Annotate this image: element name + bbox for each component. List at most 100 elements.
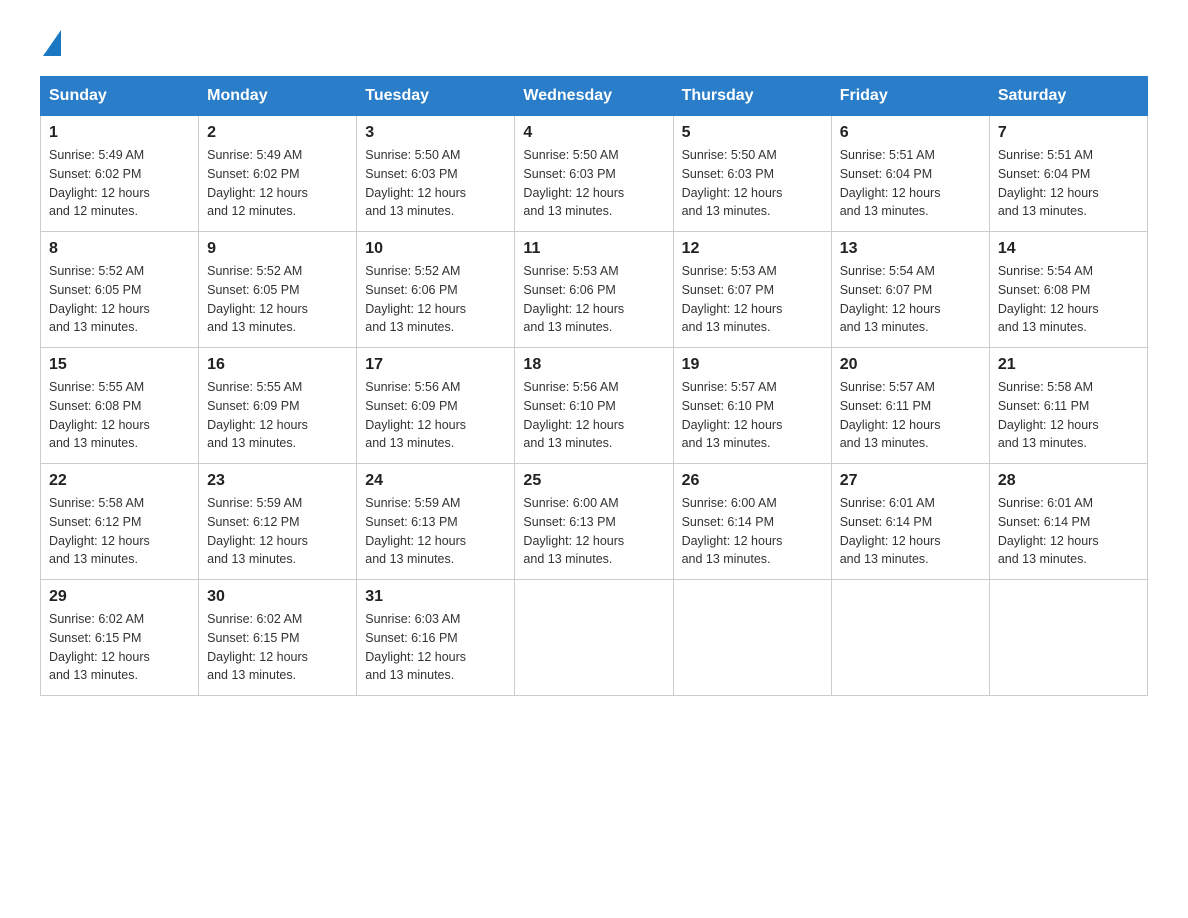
weekday-header-tuesday: Tuesday	[357, 77, 515, 116]
calendar-cell: 22 Sunrise: 5:58 AMSunset: 6:12 PMDaylig…	[41, 464, 199, 580]
weekday-header-thursday: Thursday	[673, 77, 831, 116]
weekday-header-friday: Friday	[831, 77, 989, 116]
day-number: 5	[682, 124, 823, 142]
day-number: 31	[365, 588, 506, 606]
calendar-cell: 8 Sunrise: 5:52 AMSunset: 6:05 PMDayligh…	[41, 232, 199, 348]
day-info: Sunrise: 5:55 AMSunset: 6:09 PMDaylight:…	[207, 380, 308, 450]
day-info: Sunrise: 5:52 AMSunset: 6:05 PMDaylight:…	[49, 264, 150, 334]
calendar-cell: 17 Sunrise: 5:56 AMSunset: 6:09 PMDaylig…	[357, 348, 515, 464]
day-info: Sunrise: 5:53 AMSunset: 6:06 PMDaylight:…	[523, 264, 624, 334]
day-info: Sunrise: 5:57 AMSunset: 6:11 PMDaylight:…	[840, 380, 941, 450]
day-number: 19	[682, 356, 823, 374]
calendar-cell: 23 Sunrise: 5:59 AMSunset: 6:12 PMDaylig…	[199, 464, 357, 580]
day-number: 20	[840, 356, 981, 374]
day-number: 16	[207, 356, 348, 374]
day-number: 30	[207, 588, 348, 606]
day-info: Sunrise: 6:00 AMSunset: 6:13 PMDaylight:…	[523, 496, 624, 566]
calendar-cell: 7 Sunrise: 5:51 AMSunset: 6:04 PMDayligh…	[989, 116, 1147, 232]
day-number: 8	[49, 240, 190, 258]
day-info: Sunrise: 5:56 AMSunset: 6:10 PMDaylight:…	[523, 380, 624, 450]
logo-triangle-icon	[43, 30, 61, 56]
weekday-header-saturday: Saturday	[989, 77, 1147, 116]
day-number: 12	[682, 240, 823, 258]
weekday-header-sunday: Sunday	[41, 77, 199, 116]
calendar-cell: 21 Sunrise: 5:58 AMSunset: 6:11 PMDaylig…	[989, 348, 1147, 464]
calendar-cell: 16 Sunrise: 5:55 AMSunset: 6:09 PMDaylig…	[199, 348, 357, 464]
weekday-header-monday: Monday	[199, 77, 357, 116]
day-info: Sunrise: 6:00 AMSunset: 6:14 PMDaylight:…	[682, 496, 783, 566]
day-number: 27	[840, 472, 981, 490]
day-number: 17	[365, 356, 506, 374]
calendar-cell: 13 Sunrise: 5:54 AMSunset: 6:07 PMDaylig…	[831, 232, 989, 348]
day-info: Sunrise: 5:57 AMSunset: 6:10 PMDaylight:…	[682, 380, 783, 450]
day-number: 1	[49, 124, 190, 142]
day-info: Sunrise: 5:50 AMSunset: 6:03 PMDaylight:…	[365, 148, 466, 218]
calendar-cell: 18 Sunrise: 5:56 AMSunset: 6:10 PMDaylig…	[515, 348, 673, 464]
calendar-cell: 26 Sunrise: 6:00 AMSunset: 6:14 PMDaylig…	[673, 464, 831, 580]
day-info: Sunrise: 6:02 AMSunset: 6:15 PMDaylight:…	[49, 612, 150, 682]
calendar-cell: 4 Sunrise: 5:50 AMSunset: 6:03 PMDayligh…	[515, 116, 673, 232]
calendar-week-row: 1 Sunrise: 5:49 AMSunset: 6:02 PMDayligh…	[41, 116, 1148, 232]
day-number: 29	[49, 588, 190, 606]
calendar-cell: 3 Sunrise: 5:50 AMSunset: 6:03 PMDayligh…	[357, 116, 515, 232]
day-number: 25	[523, 472, 664, 490]
calendar-cell: 14 Sunrise: 5:54 AMSunset: 6:08 PMDaylig…	[989, 232, 1147, 348]
calendar-cell: 10 Sunrise: 5:52 AMSunset: 6:06 PMDaylig…	[357, 232, 515, 348]
day-number: 22	[49, 472, 190, 490]
day-number: 6	[840, 124, 981, 142]
day-number: 26	[682, 472, 823, 490]
day-info: Sunrise: 5:53 AMSunset: 6:07 PMDaylight:…	[682, 264, 783, 334]
calendar-cell: 2 Sunrise: 5:49 AMSunset: 6:02 PMDayligh…	[199, 116, 357, 232]
calendar-cell: 20 Sunrise: 5:57 AMSunset: 6:11 PMDaylig…	[831, 348, 989, 464]
day-info: Sunrise: 5:51 AMSunset: 6:04 PMDaylight:…	[998, 148, 1099, 218]
day-info: Sunrise: 5:55 AMSunset: 6:08 PMDaylight:…	[49, 380, 150, 450]
day-number: 10	[365, 240, 506, 258]
calendar-cell: 12 Sunrise: 5:53 AMSunset: 6:07 PMDaylig…	[673, 232, 831, 348]
calendar-cell: 30 Sunrise: 6:02 AMSunset: 6:15 PMDaylig…	[199, 580, 357, 696]
day-number: 15	[49, 356, 190, 374]
calendar-table: SundayMondayTuesdayWednesdayThursdayFrid…	[40, 76, 1148, 696]
calendar-cell	[831, 580, 989, 696]
day-number: 3	[365, 124, 506, 142]
calendar-cell: 29 Sunrise: 6:02 AMSunset: 6:15 PMDaylig…	[41, 580, 199, 696]
calendar-cell	[515, 580, 673, 696]
calendar-cell: 15 Sunrise: 5:55 AMSunset: 6:08 PMDaylig…	[41, 348, 199, 464]
calendar-cell: 5 Sunrise: 5:50 AMSunset: 6:03 PMDayligh…	[673, 116, 831, 232]
calendar-cell: 11 Sunrise: 5:53 AMSunset: 6:06 PMDaylig…	[515, 232, 673, 348]
day-info: Sunrise: 5:56 AMSunset: 6:09 PMDaylight:…	[365, 380, 466, 450]
day-number: 28	[998, 472, 1139, 490]
day-number: 4	[523, 124, 664, 142]
calendar-week-row: 22 Sunrise: 5:58 AMSunset: 6:12 PMDaylig…	[41, 464, 1148, 580]
calendar-week-row: 29 Sunrise: 6:02 AMSunset: 6:15 PMDaylig…	[41, 580, 1148, 696]
calendar-cell	[673, 580, 831, 696]
calendar-cell: 9 Sunrise: 5:52 AMSunset: 6:05 PMDayligh…	[199, 232, 357, 348]
day-info: Sunrise: 5:52 AMSunset: 6:05 PMDaylight:…	[207, 264, 308, 334]
calendar-cell: 28 Sunrise: 6:01 AMSunset: 6:14 PMDaylig…	[989, 464, 1147, 580]
weekday-header-row: SundayMondayTuesdayWednesdayThursdayFrid…	[41, 77, 1148, 116]
day-info: Sunrise: 5:58 AMSunset: 6:12 PMDaylight:…	[49, 496, 150, 566]
day-info: Sunrise: 6:03 AMSunset: 6:16 PMDaylight:…	[365, 612, 466, 682]
logo	[40, 30, 61, 56]
day-info: Sunrise: 5:49 AMSunset: 6:02 PMDaylight:…	[49, 148, 150, 218]
day-number: 9	[207, 240, 348, 258]
day-number: 7	[998, 124, 1139, 142]
calendar-cell	[989, 580, 1147, 696]
day-number: 18	[523, 356, 664, 374]
calendar-cell: 25 Sunrise: 6:00 AMSunset: 6:13 PMDaylig…	[515, 464, 673, 580]
page-header	[40, 30, 1148, 56]
day-number: 14	[998, 240, 1139, 258]
day-number: 2	[207, 124, 348, 142]
calendar-cell: 27 Sunrise: 6:01 AMSunset: 6:14 PMDaylig…	[831, 464, 989, 580]
day-info: Sunrise: 5:58 AMSunset: 6:11 PMDaylight:…	[998, 380, 1099, 450]
day-info: Sunrise: 6:01 AMSunset: 6:14 PMDaylight:…	[840, 496, 941, 566]
calendar-cell: 31 Sunrise: 6:03 AMSunset: 6:16 PMDaylig…	[357, 580, 515, 696]
weekday-header-wednesday: Wednesday	[515, 77, 673, 116]
day-info: Sunrise: 5:50 AMSunset: 6:03 PMDaylight:…	[523, 148, 624, 218]
day-info: Sunrise: 5:51 AMSunset: 6:04 PMDaylight:…	[840, 148, 941, 218]
day-info: Sunrise: 5:49 AMSunset: 6:02 PMDaylight:…	[207, 148, 308, 218]
calendar-week-row: 15 Sunrise: 5:55 AMSunset: 6:08 PMDaylig…	[41, 348, 1148, 464]
day-number: 13	[840, 240, 981, 258]
day-number: 23	[207, 472, 348, 490]
day-number: 24	[365, 472, 506, 490]
day-info: Sunrise: 5:54 AMSunset: 6:07 PMDaylight:…	[840, 264, 941, 334]
